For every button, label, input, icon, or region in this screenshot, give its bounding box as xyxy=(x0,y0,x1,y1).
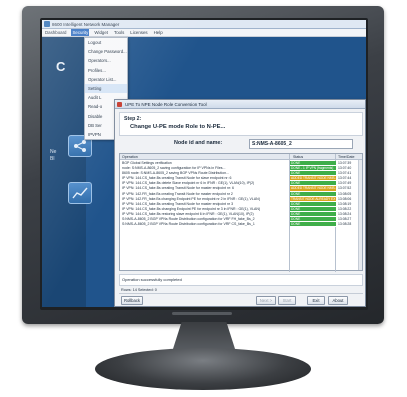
menu-item-operator-list[interactable]: Operator List... xyxy=(85,75,127,84)
menu-item-logout[interactable]: Logout xyxy=(85,38,127,47)
column-time[interactable]: Time/Date xyxy=(338,154,354,160)
menu-item-setting[interactable]: Setting xyxy=(85,83,127,94)
menu-item-operators[interactable]: Operators... xyxy=(85,56,127,65)
menu-tools[interactable]: Tools xyxy=(113,29,125,36)
dashboard-tile-performance[interactable] xyxy=(68,182,92,204)
result-message: Operation successfully completed xyxy=(119,274,363,286)
rollback-button[interactable]: Rollback xyxy=(121,296,143,305)
conversion-tool-dialog: UPE To NPE Node Role Conversion Tool Ste… xyxy=(114,99,366,307)
step-label: Step 2: xyxy=(124,116,142,122)
status-list: DONE DONE - 1 IP VPN (fragments) DONE ADDED… xyxy=(290,161,336,228)
menu-security[interactable]: Security xyxy=(71,29,90,36)
operations-table: Operation Status Time/Date BGP Global Se… xyxy=(119,153,363,272)
menu-bar: Dashboard Security Widget Tools Licenses… xyxy=(42,29,366,37)
divider xyxy=(119,293,363,294)
node-id-field[interactable]: S:NMS-A-8605_2 xyxy=(249,139,353,149)
monitor-stand-base xyxy=(95,348,311,390)
left-panel: C Ne Bl xyxy=(42,37,86,307)
left-panel-text-2: Bl xyxy=(50,156,55,162)
screen: 8600 Intelligent Network Manager Dashboa… xyxy=(42,20,366,307)
menu-dashboard[interactable]: Dashboard xyxy=(44,29,67,36)
left-panel-text-1: Ne xyxy=(50,149,57,155)
table-row[interactable]: S:NMS-A-8605_2 BGP VPNs Route Distributi… xyxy=(120,222,288,227)
dialog-app-icon xyxy=(117,102,122,107)
node-row: Node id and name: S:NMS-A-8605_2 xyxy=(119,138,363,150)
step-header: Step 2: Change U-PE mode Role to N-PE... xyxy=(119,112,363,136)
menu-licenses[interactable]: Licenses xyxy=(129,29,148,36)
app-title: 8600 Intelligent Network Manager xyxy=(52,22,120,27)
status-cell: DONE xyxy=(290,222,336,228)
step-description: Change U-PE mode Role to N-PE... xyxy=(130,124,226,130)
monitor-brand-bar xyxy=(172,312,232,315)
column-operation[interactable]: Operation xyxy=(122,154,138,160)
network-icon xyxy=(74,140,86,152)
photo-stage: 8600 Intelligent Network Manager Dashboa… xyxy=(0,0,407,397)
menu-item-profiles[interactable]: Profiles... xyxy=(85,66,127,75)
menu-widget[interactable]: Widget xyxy=(93,29,109,36)
table-scrollbar[interactable] xyxy=(358,160,362,270)
menu-help[interactable]: Help xyxy=(153,29,164,36)
next-button[interactable]: Next > xyxy=(256,296,276,305)
dialog-title: UPE To NPE Node Role Conversion Tool xyxy=(125,102,207,107)
node-label: Node id and name: xyxy=(174,140,223,146)
app-icon xyxy=(44,21,50,27)
app-titlebar: 8600 Intelligent Network Manager xyxy=(42,20,366,29)
start-button[interactable]: Start xyxy=(278,296,296,305)
operation-list: BGP Global Settings verification node: S:… xyxy=(120,161,288,227)
trend-icon xyxy=(72,187,88,199)
column-status[interactable]: Status xyxy=(293,154,303,160)
rows-info: Rows: 14 Selected: 0 xyxy=(121,288,157,292)
menu-item-change-password[interactable]: Change Password... xyxy=(85,47,127,56)
about-button[interactable]: About xyxy=(328,296,348,305)
logo-letter: C xyxy=(56,59,66,74)
table-header: Operation Status Time/Date xyxy=(120,154,362,160)
exit-button[interactable]: Exit xyxy=(307,296,325,305)
dialog-titlebar: UPE To NPE Node Role Conversion Tool xyxy=(115,100,365,109)
